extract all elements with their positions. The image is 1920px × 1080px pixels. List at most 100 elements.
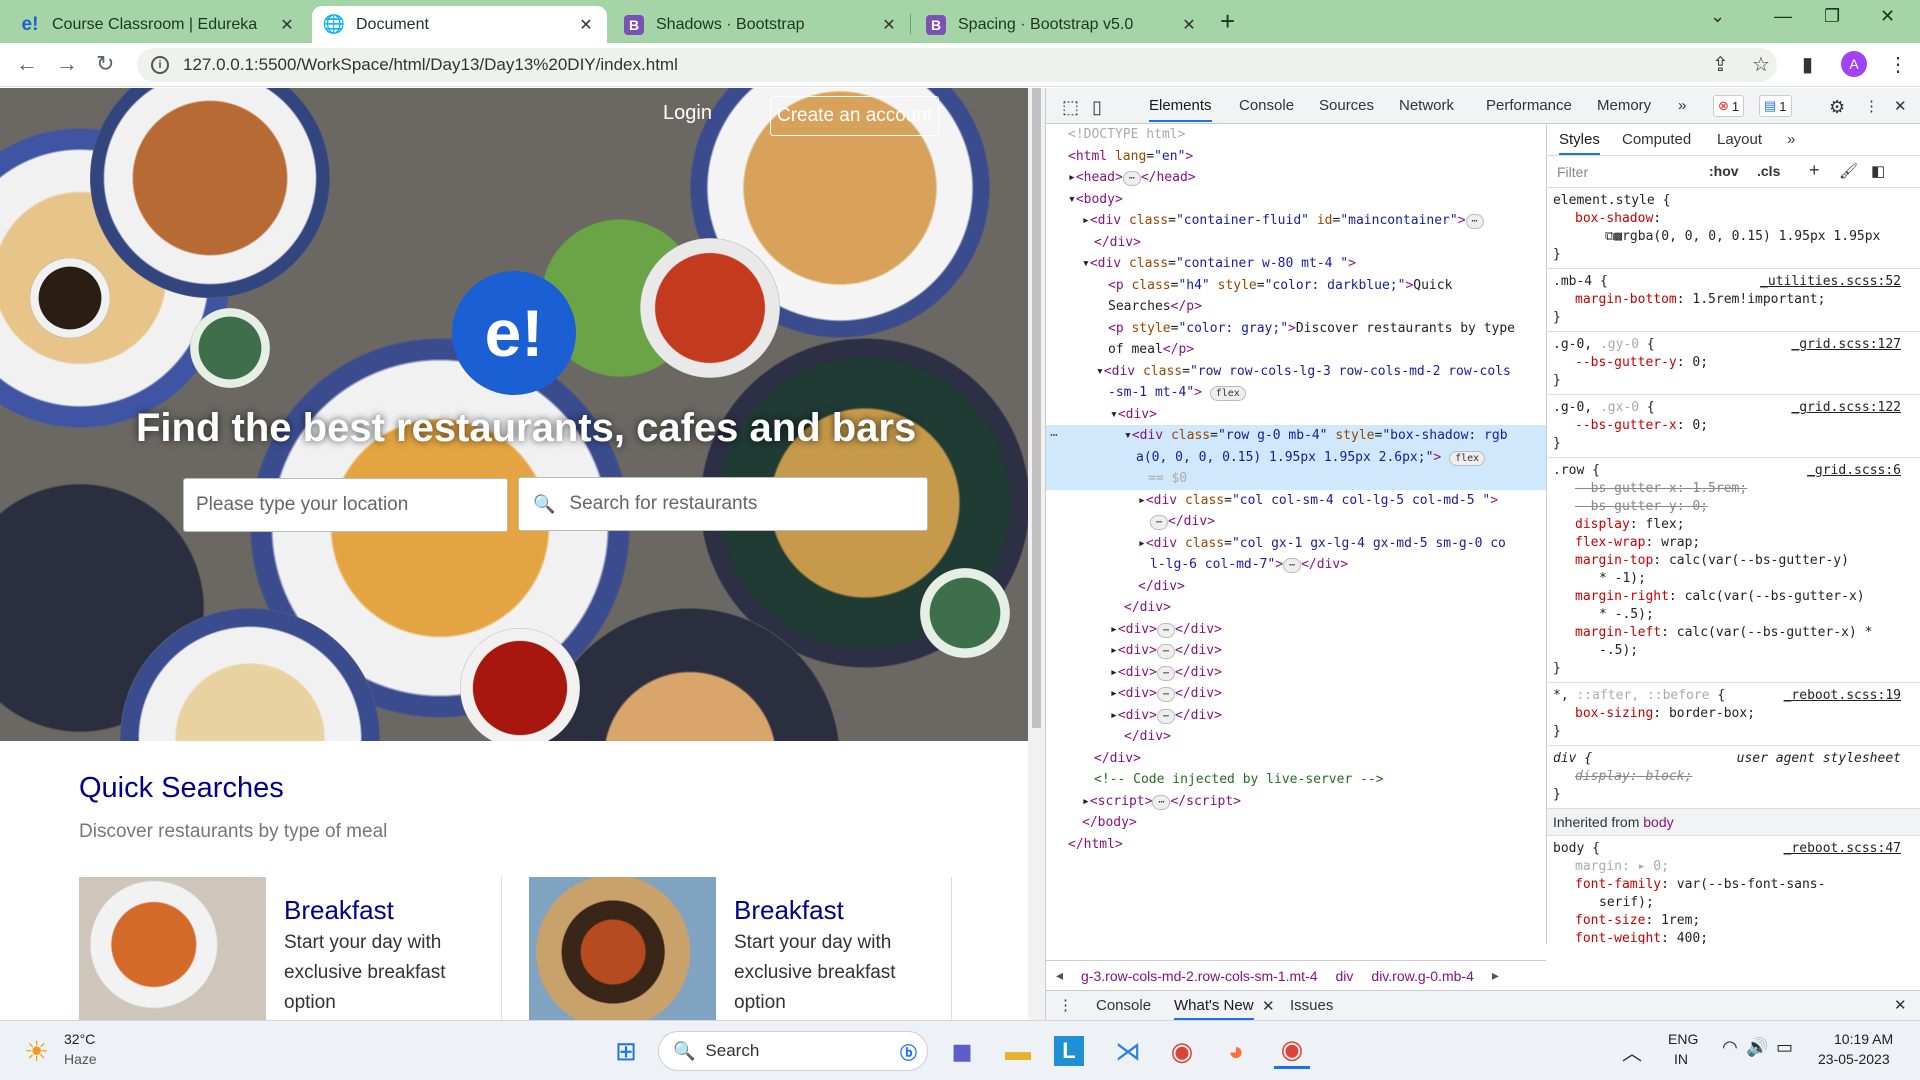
volume-icon[interactable]: 🔊: [1746, 1037, 1768, 1058]
scroll-thumb[interactable]: [1032, 88, 1041, 728]
l-app-icon[interactable]: L: [1054, 1036, 1084, 1066]
search-placeholder: Search for restaurants: [569, 493, 758, 514]
hero-banner: Login Create an account e! Find the best…: [0, 88, 1028, 741]
sidebar-icon[interactable]: ▮: [1802, 52, 1813, 77]
breadcrumb-item[interactable]: div: [1336, 968, 1354, 984]
url-field[interactable]: i 127.0.0.1:5500/WorkSpace/html/Day13/Da…: [137, 48, 1777, 82]
windows-start-icon[interactable]: ⊞: [608, 1033, 644, 1069]
elements-tree[interactable]: <!DOCTYPE html> <html lang="en"> ▸<head>…: [1046, 124, 1546, 944]
back-icon[interactable]: ←: [16, 51, 38, 77]
maximize-icon[interactable]: ❐: [1824, 6, 1840, 27]
tab-edureka[interactable]: e! Course Classroom | Edureka ✕: [8, 6, 308, 43]
devtools-drawer: ⋮ Console What's New ✕ Issues ✕: [1046, 990, 1920, 1020]
location-input[interactable]: Please type your location: [183, 478, 508, 532]
teams-icon[interactable]: ◼: [944, 1033, 980, 1069]
weather-icon[interactable]: ☀: [24, 1035, 49, 1068]
battery-icon[interactable]: ▭: [1776, 1037, 1793, 1058]
taskbar: ☀ 32°C Haze ⊞ 🔍 Search ⓑ ◼ ▬ L ⋊ ◉ ◕ ◉ ︿…: [0, 1020, 1920, 1080]
drawer-tab-console[interactable]: Console: [1096, 997, 1151, 1014]
reload-icon[interactable]: ↻: [96, 51, 114, 77]
taskbar-search[interactable]: 🔍 Search ⓑ: [658, 1031, 928, 1071]
tab-computed[interactable]: Computed: [1622, 131, 1691, 148]
tab-performance[interactable]: Performance: [1486, 97, 1572, 114]
chrome-icon[interactable]: ◉: [1164, 1033, 1200, 1069]
tab-elements[interactable]: Elements: [1149, 97, 1212, 122]
card-desc: Start your day with exclusive breakfast …: [284, 932, 446, 1013]
close-icon[interactable]: ✕: [880, 15, 898, 35]
close-icon[interactable]: ✕: [577, 15, 595, 35]
chevron-left-icon[interactable]: ◂: [1056, 967, 1063, 984]
close-devtools-icon[interactable]: ✕: [1894, 97, 1907, 115]
search-icon: 🔍: [673, 1040, 696, 1061]
new-tab-icon[interactable]: +: [1220, 6, 1235, 37]
drawer-tab-whats-new[interactable]: What's New: [1174, 997, 1254, 1020]
meal-card[interactable]: Breakfast Start your day with exclusive …: [79, 877, 502, 1020]
sidebar-toggle-icon[interactable]: ◧: [1871, 162, 1885, 180]
forward-icon[interactable]: →: [56, 51, 78, 77]
minimize-icon[interactable]: —: [1774, 6, 1792, 27]
inherited-label: Inherited from: [1553, 814, 1640, 830]
search-icon: 🔍: [533, 493, 556, 514]
card-title: Breakfast: [734, 895, 844, 925]
tab-layout[interactable]: Layout: [1717, 131, 1762, 148]
region-code[interactable]: IN: [1674, 1051, 1688, 1067]
tab-network[interactable]: Network: [1399, 97, 1454, 114]
more-tabs-icon[interactable]: »: [1787, 131, 1795, 148]
info-icon[interactable]: i: [151, 56, 169, 74]
more-tabs-icon[interactable]: »: [1678, 97, 1686, 114]
breakfast-image: [79, 877, 266, 1020]
firefox-icon[interactable]: ◕: [1218, 1033, 1254, 1069]
close-drawer-icon[interactable]: ✕: [1894, 996, 1907, 1014]
hover-state-toggle[interactable]: :hov: [1709, 163, 1739, 179]
inherited-element[interactable]: body: [1643, 814, 1673, 830]
page-scrollbar[interactable]: [1028, 88, 1045, 1020]
paint-icon[interactable]: 🖌: [1839, 162, 1858, 180]
menu-icon[interactable]: ⋮: [1888, 52, 1908, 77]
class-toggle[interactable]: .cls: [1757, 163, 1780, 179]
restaurant-search-input[interactable]: 🔍 Search for restaurants: [518, 477, 928, 531]
bookmark-star-icon[interactable]: ☆: [1752, 52, 1770, 77]
clock-time[interactable]: 10:19 AM: [1834, 1031, 1893, 1047]
chevron-down-icon[interactable]: ⌄: [1710, 6, 1725, 27]
drawer-menu-icon[interactable]: ⋮: [1058, 996, 1073, 1014]
wifi-icon[interactable]: ◠: [1722, 1037, 1738, 1058]
message-badge[interactable]: ▤ 1: [1759, 95, 1792, 117]
gear-icon[interactable]: ⚙: [1829, 97, 1845, 118]
breadcrumb-item[interactable]: g-3.row-cols-md-2.row-cols-sm-1.mt-4: [1081, 968, 1317, 984]
breadcrumb-item[interactable]: div.row.g-0.mb-4: [1371, 968, 1473, 984]
profile-avatar[interactable]: A: [1841, 51, 1867, 77]
tab-styles[interactable]: Styles: [1559, 131, 1600, 155]
chevron-up-icon[interactable]: ︿: [1622, 1037, 1642, 1066]
drawer-tab-issues[interactable]: Issues: [1290, 997, 1333, 1014]
tab-spacing-bootstrap[interactable]: B Spacing · Bootstrap v5.0 ✕: [914, 6, 1210, 43]
tab-memory[interactable]: Memory: [1597, 97, 1651, 114]
close-window-icon[interactable]: ✕: [1880, 6, 1895, 27]
chrome-profile-icon[interactable]: ◉: [1274, 1033, 1310, 1069]
kebab-menu-icon[interactable]: ⋮: [1864, 97, 1879, 115]
tab-bar: e! Course Classroom | Edureka ✕ 🌐 Docume…: [0, 0, 1920, 43]
device-toggle-icon[interactable]: ▯: [1092, 97, 1102, 118]
inspect-icon[interactable]: ⬚: [1062, 97, 1079, 118]
clock-date[interactable]: 23-05-2023: [1818, 1051, 1890, 1067]
vscode-icon[interactable]: ⋊: [1110, 1033, 1146, 1069]
file-explorer-icon[interactable]: ▬: [1000, 1033, 1036, 1069]
share-icon[interactable]: ⇪: [1712, 52, 1729, 77]
close-icon[interactable]: ✕: [278, 15, 296, 35]
tab-shadows-bootstrap[interactable]: B Shadows · Bootstrap ✕: [612, 6, 910, 43]
new-rule-icon[interactable]: +: [1809, 160, 1820, 181]
error-badge[interactable]: ⊗ 1: [1713, 95, 1745, 117]
login-link[interactable]: Login: [663, 102, 712, 125]
tab-title: Document: [356, 15, 429, 33]
tab-sources[interactable]: Sources: [1319, 97, 1374, 114]
close-icon[interactable]: ✕: [1180, 15, 1198, 35]
create-account-button[interactable]: Create an account: [770, 96, 940, 136]
language-code[interactable]: ENG: [1668, 1031, 1698, 1047]
error-icon: ⊗: [1718, 98, 1729, 113]
styles-filter-input[interactable]: Filter: [1557, 164, 1588, 180]
devtools-panel: ⬚ ▯ Elements Console Sources Network Per…: [1045, 88, 1920, 1020]
tab-document[interactable]: 🌐 Document ✕: [312, 6, 607, 43]
close-icon[interactable]: ✕: [1262, 997, 1275, 1015]
chevron-right-icon[interactable]: ▸: [1492, 967, 1499, 984]
tab-console[interactable]: Console: [1239, 97, 1294, 114]
meal-card[interactable]: Breakfast Start your day with exclusive …: [529, 877, 952, 1020]
